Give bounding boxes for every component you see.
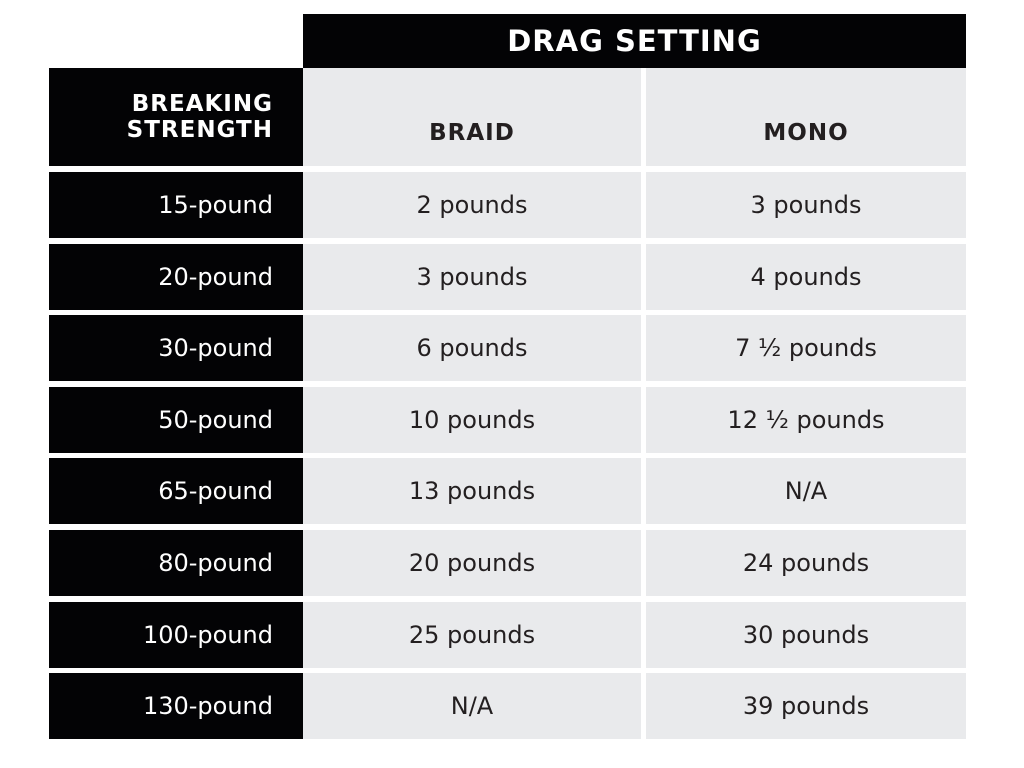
mono-cell-text: 4 pounds bbox=[750, 263, 862, 291]
braid-cell: 13 pounds bbox=[303, 458, 641, 524]
strength-cell: 20-pound bbox=[49, 244, 303, 310]
strength-cell: 50-pound bbox=[49, 387, 303, 453]
braid-cell-text: 2 pounds bbox=[416, 191, 528, 219]
mono-cell: 3 pounds bbox=[646, 172, 966, 238]
mono-cell-text: 30 pounds bbox=[742, 621, 870, 649]
mono-cell: 30 pounds bbox=[646, 602, 966, 668]
braid-cell: 20 pounds bbox=[303, 530, 641, 596]
braid-cell-text: 13 pounds bbox=[408, 477, 536, 505]
braid-cell: N/A bbox=[303, 673, 641, 739]
mono-cell-text: 39 pounds bbox=[742, 692, 870, 720]
mono-cell: 24 pounds bbox=[646, 530, 966, 596]
breaking-strength-header: BREAKING STRENGTH bbox=[49, 68, 303, 166]
strength-cell: 65-pound bbox=[49, 458, 303, 524]
mono-cell-text: 24 pounds bbox=[742, 549, 870, 577]
mono-cell: 7 ½ pounds bbox=[646, 315, 966, 381]
strength-cell-text: 130-pound bbox=[142, 692, 273, 720]
mono-cell-text: N/A bbox=[784, 477, 828, 505]
mono-cell: 4 pounds bbox=[646, 244, 966, 310]
braid-cell-text: 25 pounds bbox=[408, 621, 536, 649]
braid-column-header: BRAID bbox=[303, 68, 641, 166]
strength-cell-text: 20-pound bbox=[158, 263, 273, 291]
mono-column-header: MONO bbox=[646, 68, 966, 166]
strength-cell-text: 15-pound bbox=[158, 191, 273, 219]
mono-column-label: MONO bbox=[763, 120, 849, 146]
braid-cell: 2 pounds bbox=[303, 172, 641, 238]
mono-cell-text: 12 ½ pounds bbox=[727, 406, 885, 434]
strength-cell-text: 30-pound bbox=[158, 334, 273, 362]
strength-cell-text: 80-pound bbox=[158, 549, 273, 577]
braid-cell-text: N/A bbox=[450, 692, 494, 720]
strength-cell-text: 100-pound bbox=[142, 621, 273, 649]
strength-cell: 30-pound bbox=[49, 315, 303, 381]
mono-cell: 39 pounds bbox=[646, 673, 966, 739]
braid-cell-text: 3 pounds bbox=[416, 263, 528, 291]
strength-cell: 80-pound bbox=[49, 530, 303, 596]
braid-cell: 6 pounds bbox=[303, 315, 641, 381]
drag-setting-header: DRAG SETTING bbox=[303, 14, 966, 68]
braid-cell: 10 pounds bbox=[303, 387, 641, 453]
mono-cell: N/A bbox=[646, 458, 966, 524]
braid-cell-text: 6 pounds bbox=[416, 334, 528, 362]
strength-cell-text: 50-pound bbox=[158, 406, 273, 434]
mono-cell: 12 ½ pounds bbox=[646, 387, 966, 453]
braid-cell-text: 20 pounds bbox=[408, 549, 536, 577]
breaking-strength-header-line-1: BREAKING bbox=[131, 91, 273, 117]
mono-cell-text: 7 ½ pounds bbox=[735, 334, 877, 362]
strength-cell: 100-pound bbox=[49, 602, 303, 668]
mono-cell-text: 3 pounds bbox=[750, 191, 862, 219]
strength-cell: 15-pound bbox=[49, 172, 303, 238]
breaking-strength-header-line-2: STRENGTH bbox=[126, 117, 273, 143]
strength-cell: 130-pound bbox=[49, 673, 303, 739]
strength-cell-text: 65-pound bbox=[158, 477, 273, 505]
braid-column-label: BRAID bbox=[429, 120, 515, 146]
braid-cell: 25 pounds bbox=[303, 602, 641, 668]
braid-cell: 3 pounds bbox=[303, 244, 641, 310]
braid-cell-text: 10 pounds bbox=[408, 406, 536, 434]
